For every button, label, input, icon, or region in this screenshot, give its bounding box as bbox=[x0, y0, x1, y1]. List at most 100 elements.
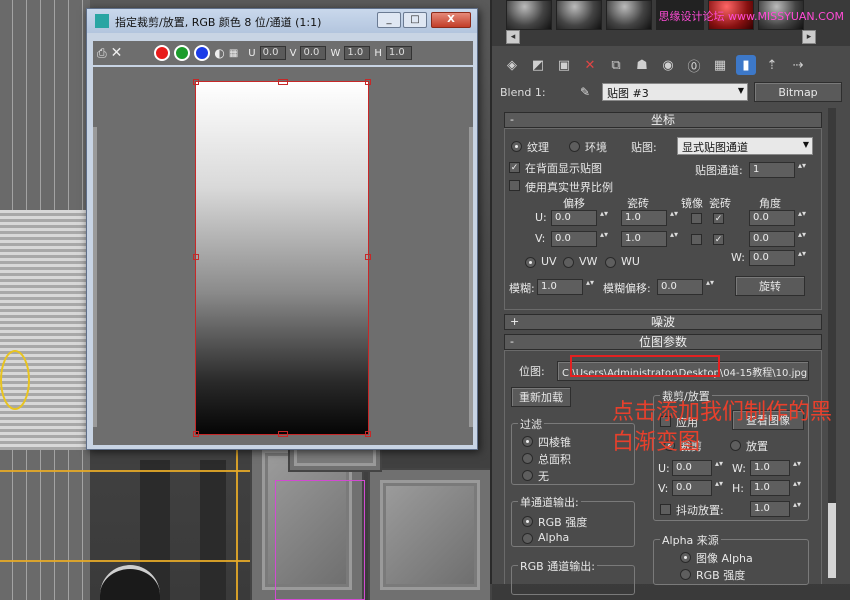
crop-handle[interactable] bbox=[365, 254, 371, 260]
crop-handle[interactable] bbox=[365, 431, 371, 437]
real-world-label: 使用真实世界比例 bbox=[525, 181, 613, 194]
crop-w-label: W: bbox=[732, 462, 746, 475]
highlight-box bbox=[570, 355, 720, 377]
blur-label: 模糊: bbox=[509, 282, 535, 295]
bitmap-params-rollout-header[interactable]: - 位图参数 bbox=[504, 334, 822, 350]
bitmap-params-rollout: 位图: C:\Users\Administrator\Desktop\04-15… bbox=[504, 350, 822, 595]
crop-h-input[interactable]: 1.0 bbox=[750, 479, 803, 496]
mapping-dropdown[interactable]: 显式贴图通道 bbox=[677, 137, 813, 155]
minimize-button[interactable]: _ bbox=[377, 12, 401, 28]
print-icon[interactable]: ⎙ bbox=[97, 46, 107, 61]
uv-radio[interactable] bbox=[525, 257, 536, 268]
crop-u-input[interactable]: 0.0 bbox=[672, 459, 725, 476]
w-input[interactable]: 1.0 bbox=[344, 46, 371, 60]
u-angle-input[interactable]: 0.0 bbox=[749, 209, 808, 226]
slots-scroll-right[interactable]: ▸ bbox=[802, 30, 816, 44]
u-input[interactable]: 0.0 bbox=[259, 46, 286, 60]
close-button[interactable]: X bbox=[431, 12, 471, 28]
reset-map-icon[interactable]: ✕ bbox=[580, 55, 600, 75]
panel-scrollbar[interactable] bbox=[828, 108, 836, 578]
window-title-bar[interactable]: 指定裁剪/放置, RGB 颜色 8 位/通道 (1:1) _ □ X bbox=[87, 9, 477, 33]
go-parent-icon[interactable]: ⇡ bbox=[762, 55, 782, 75]
crop-handle[interactable] bbox=[365, 79, 371, 85]
mono-rgb-label: RGB 强度 bbox=[538, 516, 588, 529]
crop-v-input[interactable]: 0.0 bbox=[672, 479, 725, 496]
vw-radio[interactable] bbox=[563, 257, 574, 268]
real-world-checkbox[interactable] bbox=[509, 180, 520, 191]
maximize-button[interactable]: □ bbox=[403, 12, 427, 28]
crop-handle[interactable] bbox=[278, 431, 288, 437]
uv-label: UV bbox=[541, 255, 557, 268]
clear-icon[interactable]: ✕ bbox=[111, 45, 123, 61]
mono-alpha-radio[interactable] bbox=[522, 533, 533, 544]
red-channel-icon[interactable] bbox=[154, 45, 171, 61]
crop-handle[interactable] bbox=[278, 79, 288, 85]
mono-channel-icon[interactable]: ◐ bbox=[214, 46, 224, 60]
v-offset-input[interactable]: 0.0 bbox=[551, 230, 610, 247]
alpha-image-radio[interactable] bbox=[680, 552, 691, 563]
window-title: 指定裁剪/放置, RGB 颜色 8 位/通道 (1:1) bbox=[115, 16, 322, 29]
u-tiling-input[interactable]: 1.0 bbox=[621, 209, 680, 226]
blue-channel-icon[interactable] bbox=[194, 45, 211, 61]
get-material-icon[interactable]: ◈ bbox=[502, 55, 522, 75]
w-angle-input[interactable]: 0.0 bbox=[749, 249, 808, 266]
window-blinds bbox=[0, 210, 86, 450]
crop-place-window[interactable]: 指定裁剪/放置, RGB 颜色 8 位/通道 (1:1) _ □ X ⎙ ✕ ◐… bbox=[86, 8, 478, 450]
blur-input[interactable]: 1.0 bbox=[537, 278, 596, 295]
crop-handle[interactable] bbox=[193, 431, 199, 437]
yellow-wire bbox=[0, 470, 250, 472]
map-channel-input[interactable]: 1 bbox=[749, 161, 808, 178]
rotate-button[interactable]: 旋转 bbox=[735, 276, 805, 296]
map-type-button[interactable]: Bitmap bbox=[754, 82, 842, 102]
show-back-checkbox[interactable]: ✓ bbox=[509, 162, 520, 173]
v-angle-input[interactable]: 0.0 bbox=[749, 230, 808, 247]
filter-pyramid-radio[interactable] bbox=[522, 436, 533, 447]
mono-rgb-radio[interactable] bbox=[522, 516, 533, 527]
crop-handle[interactable] bbox=[193, 254, 199, 260]
put-to-scene-icon[interactable]: ◩ bbox=[528, 55, 548, 75]
jitter-checkbox[interactable] bbox=[660, 504, 671, 515]
filter-none-radio[interactable] bbox=[522, 470, 533, 481]
show-map-icon[interactable]: ▦ bbox=[710, 55, 730, 75]
assign-material-icon[interactable]: ▣ bbox=[554, 55, 574, 75]
v-tiling-input[interactable]: 1.0 bbox=[621, 230, 680, 247]
alpha-rgb-radio[interactable] bbox=[680, 569, 691, 580]
copy-material-icon[interactable]: ⧉ bbox=[606, 55, 626, 75]
map-name-dropdown[interactable]: 贴图 #3 bbox=[602, 83, 748, 101]
crop-handle[interactable] bbox=[193, 79, 199, 85]
u-offset-input[interactable]: 0.0 bbox=[551, 209, 610, 226]
eyedropper-icon[interactable]: ✎ bbox=[580, 85, 602, 99]
reload-button[interactable]: 重新加载 bbox=[511, 387, 571, 407]
coordinates-rollout-header[interactable]: - 坐标 bbox=[504, 112, 822, 128]
wu-radio[interactable] bbox=[605, 257, 616, 268]
sample-slot[interactable] bbox=[556, 0, 602, 30]
show-end-result-icon[interactable]: ▮ bbox=[736, 55, 756, 75]
u-mirror-checkbox[interactable] bbox=[691, 213, 702, 224]
crop-w-input[interactable]: 1.0 bbox=[750, 459, 803, 476]
slots-scroll-left[interactable]: ◂ bbox=[506, 30, 520, 44]
go-sibling-icon[interactable]: ⇢ bbox=[788, 55, 808, 75]
green-channel-icon[interactable] bbox=[174, 45, 191, 61]
u-tile-checkbox[interactable]: ✓ bbox=[713, 213, 724, 224]
canvas-scrollbar[interactable] bbox=[469, 127, 473, 427]
put-to-library-icon[interactable]: ◉ bbox=[658, 55, 678, 75]
jitter-input[interactable]: 1.0 bbox=[750, 500, 803, 517]
v-input[interactable]: 0.0 bbox=[300, 46, 327, 60]
v-mirror-checkbox[interactable] bbox=[691, 234, 702, 245]
tile-header: 瓷砖 bbox=[709, 197, 731, 210]
sample-slot[interactable] bbox=[506, 0, 552, 30]
canvas-scrollbar[interactable] bbox=[93, 127, 97, 427]
texture-radio[interactable] bbox=[511, 141, 522, 152]
environ-radio[interactable] bbox=[569, 141, 580, 152]
filter-summed-radio[interactable] bbox=[522, 453, 533, 464]
gradient-image[interactable] bbox=[193, 79, 371, 437]
sample-slot[interactable] bbox=[606, 0, 652, 30]
background-icon[interactable]: ▦ bbox=[229, 48, 238, 59]
material-id-icon[interactable]: ⓪ bbox=[684, 55, 704, 75]
h-input[interactable]: 1.0 bbox=[385, 46, 412, 60]
noise-rollout-header[interactable]: + 噪波 bbox=[504, 314, 822, 330]
show-back-label: 在背面显示贴图 bbox=[525, 162, 602, 175]
make-unique-icon[interactable]: ☗ bbox=[632, 55, 652, 75]
v-tile-checkbox[interactable]: ✓ bbox=[713, 234, 724, 245]
blur-offset-input[interactable]: 0.0 bbox=[657, 278, 716, 295]
